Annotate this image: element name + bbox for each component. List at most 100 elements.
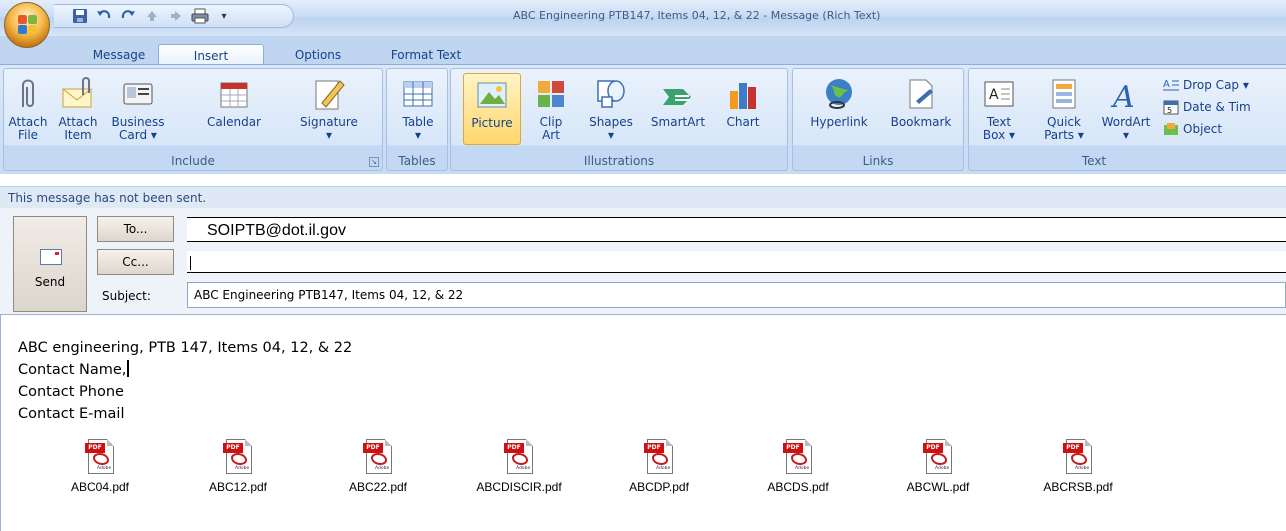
to-button[interactable]: To... — [97, 216, 174, 242]
clip-art-button[interactable]: Clip Art — [527, 73, 575, 142]
pdf-file-icon: PDF Adobe — [85, 439, 115, 475]
clip-art-label-2: Art — [542, 128, 560, 142]
text-box-label-2: Box ▾ — [982, 128, 1016, 142]
to-value: SOIPTB@dot.il.gov — [207, 222, 346, 239]
attachment-name: ABC04.pdf — [70, 480, 130, 494]
attachment-name: ABCDP.pdf — [629, 480, 689, 494]
tab-format-text[interactable]: Format Text — [372, 44, 480, 66]
attachment-name: ABCWL.pdf — [906, 480, 970, 494]
attachment-item[interactable]: PDF Adobe ABC22.pdf — [323, 439, 433, 494]
group-text: A Text Box ▾ Quick Parts ▾ A WordArt ▾ A… — [968, 68, 1286, 171]
table-button[interactable]: Table ▾ — [393, 73, 443, 142]
tab-options[interactable]: Options — [273, 44, 363, 66]
date-time-button[interactable]: 5 Date & Tim — [1163, 99, 1251, 115]
include-launcher-icon[interactable]: ↘ — [369, 157, 379, 167]
drop-cap-button[interactable]: A Drop Cap ▾ — [1163, 77, 1249, 93]
send-button[interactable]: Send — [13, 216, 87, 312]
shapes-dropdown-arrow[interactable]: ▾ — [583, 129, 639, 142]
compose-header: Send To... SOIPTB@dot.il.gov Cc... Subje… — [0, 208, 1286, 314]
body-text: ABC engineering, PTB 147, Items 04, 12, … — [18, 337, 352, 425]
body-line-1: ABC engineering, PTB 147, Items 04, 12, … — [18, 340, 353, 356]
save-icon[interactable] — [70, 7, 90, 25]
cc-field[interactable] — [187, 251, 1286, 273]
calendar-button[interactable]: Calendar — [174, 73, 294, 129]
attachment-item[interactable]: PDF Adobe ABCWL.pdf — [883, 439, 993, 494]
text-box-button[interactable]: A Text Box ▾ — [975, 73, 1023, 142]
calendar-icon — [217, 77, 251, 111]
signature-button[interactable]: Signature ▾ — [292, 73, 366, 142]
pdf-file-icon: PDF Adobe — [1063, 439, 1093, 475]
redo-icon[interactable] — [118, 7, 138, 25]
quick-parts-icon — [1047, 77, 1081, 111]
attachment-item[interactable]: PDF Adobe ABCDISCIR.pdf — [464, 439, 574, 494]
attach-file-button[interactable]: Attach File — [6, 73, 50, 142]
arrow-down-icon[interactable] — [166, 7, 186, 25]
paperclip-icon — [11, 77, 45, 111]
message-body[interactable]: ABC engineering, PTB 147, Items 04, 12, … — [0, 314, 1286, 531]
attachment-item[interactable]: PDF Adobe ABCDS.pdf — [743, 439, 853, 494]
print-icon[interactable] — [190, 7, 210, 25]
subject-label: Subject: — [102, 289, 151, 303]
date-time-icon: 5 — [1163, 100, 1179, 115]
smartart-icon — [661, 77, 695, 111]
bookmark-icon — [904, 77, 938, 111]
bookmark-button[interactable]: Bookmark — [883, 73, 959, 129]
wordart-icon: A — [1109, 77, 1143, 115]
signature-dropdown-arrow[interactable]: ▾ — [292, 129, 366, 142]
attachment-name: ABCDS.pdf — [767, 480, 829, 494]
group-tables-label: Tables — [398, 154, 436, 168]
attach-file-label-2: File — [17, 128, 39, 142]
business-card-icon — [121, 77, 155, 111]
attachment-item[interactable]: PDF Adobe ABCRSB.pdf — [1023, 439, 1133, 494]
group-include: Attach File Attach Item Business Card ▾ … — [3, 68, 383, 171]
not-sent-info-bar: This message has not been sent. — [0, 186, 1286, 208]
attach-item-button[interactable]: Attach Item — [54, 73, 102, 142]
body-line-2-text: Contact Name, — [18, 362, 127, 378]
group-links-label: Links — [862, 154, 894, 168]
wordart-dropdown-arrow[interactable]: ▾ — [1097, 129, 1155, 142]
hyperlink-label: Hyperlink — [810, 115, 868, 129]
quick-parts-button[interactable]: Quick Parts ▾ — [1035, 73, 1093, 142]
cc-button[interactable]: Cc... — [97, 249, 174, 275]
send-envelope-icon — [40, 249, 62, 265]
drop-cap-label: Drop Cap ▾ — [1183, 78, 1249, 92]
pdf-file-icon: PDF Adobe — [223, 439, 253, 475]
globe-link-icon — [822, 77, 856, 111]
arrow-up-icon[interactable] — [142, 7, 162, 25]
attachment-item[interactable]: PDF Adobe ABCDP.pdf — [604, 439, 714, 494]
wordart-button[interactable]: A WordArt ▾ — [1097, 73, 1155, 142]
object-button[interactable]: Object — [1163, 121, 1222, 137]
customize-qat-icon[interactable]: ▾ — [214, 7, 234, 25]
chart-button[interactable]: Chart — [715, 73, 771, 129]
group-include-label: Include — [171, 154, 215, 168]
svg-text:A: A — [1163, 79, 1170, 90]
table-dropdown-arrow[interactable]: ▾ — [393, 129, 443, 142]
shapes-icon — [594, 77, 628, 111]
hyperlink-button[interactable]: Hyperlink — [797, 73, 881, 129]
attachment-name: ABCDISCIR.pdf — [476, 480, 562, 494]
picture-label: Picture — [471, 116, 513, 130]
attachment-item[interactable]: PDF Adobe ABC04.pdf — [45, 439, 155, 494]
date-time-label: Date & Tim — [1183, 100, 1251, 114]
bookmark-label: Bookmark — [890, 115, 952, 129]
smartart-label: SmartArt — [650, 115, 706, 129]
picture-button[interactable]: Picture — [463, 73, 521, 145]
calendar-label: Calendar — [207, 115, 261, 129]
group-text-label: Text — [1081, 154, 1107, 168]
shapes-button[interactable]: Shapes ▾ — [583, 73, 639, 142]
subject-field[interactable]: ABC Engineering PTB147, Items 04, 12, & … — [187, 282, 1286, 308]
business-card-button[interactable]: Business Card ▾ — [104, 73, 172, 142]
table-icon — [401, 77, 435, 111]
tab-message[interactable]: Message — [84, 44, 154, 66]
office-logo-icon — [18, 15, 38, 35]
picture-icon — [475, 78, 509, 112]
to-field[interactable]: SOIPTB@dot.il.gov — [187, 217, 1286, 242]
undo-icon[interactable] — [94, 7, 114, 25]
pdf-file-icon: PDF Adobe — [504, 439, 534, 475]
bar-chart-icon — [726, 77, 760, 111]
office-button[interactable] — [4, 2, 50, 48]
body-line-3: Contact Phone — [18, 384, 124, 400]
attachment-item[interactable]: PDF Adobe ABC12.pdf — [183, 439, 293, 494]
group-tables: Table ▾ Tables — [386, 68, 448, 171]
smartart-button[interactable]: SmartArt — [645, 73, 711, 129]
